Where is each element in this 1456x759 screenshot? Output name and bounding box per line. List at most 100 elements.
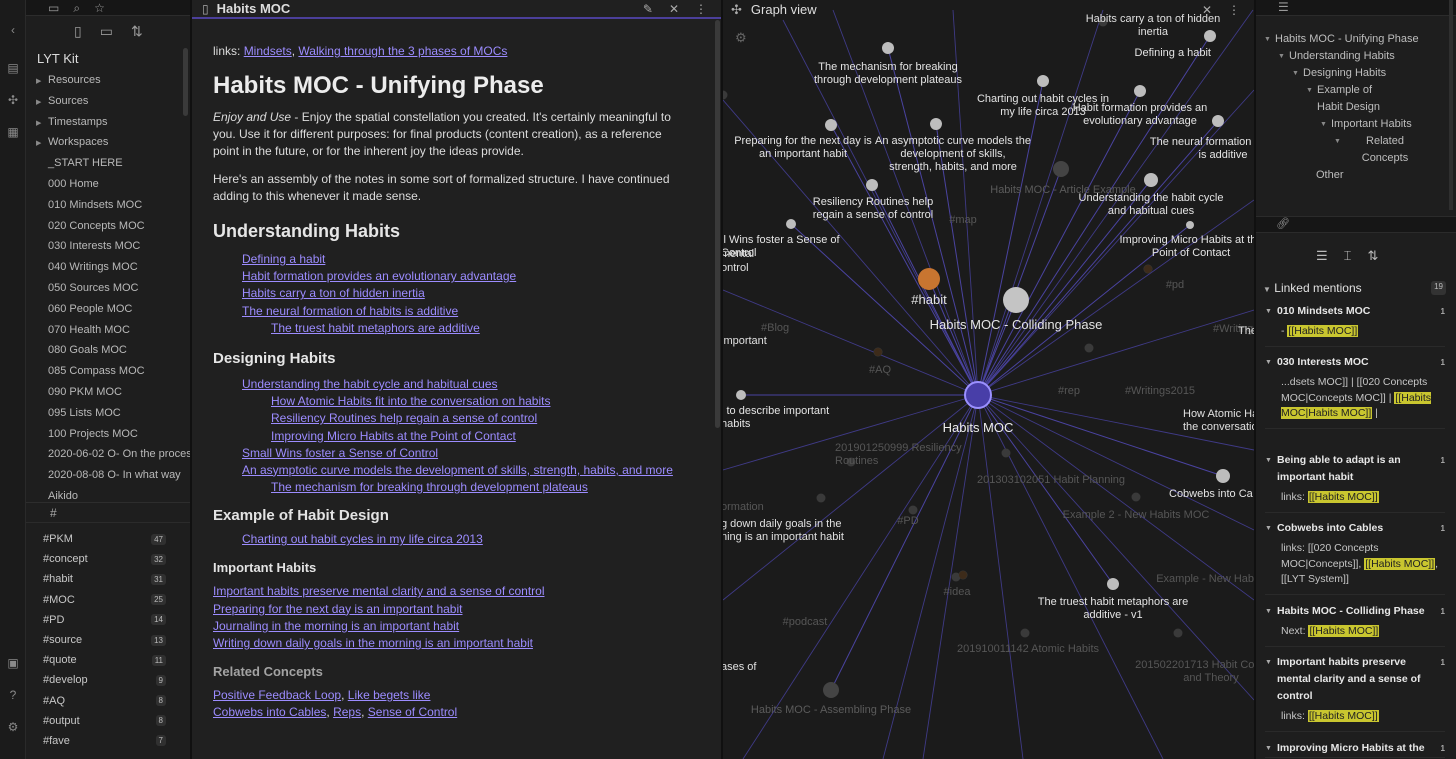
star-icon[interactable]: ☆ [94,1,105,15]
file-item[interactable]: 070 Health MOC [26,320,190,341]
folder-item[interactable]: ▶ Workspaces [26,132,190,153]
folder-item[interactable]: ▶ Timestamps [26,112,190,133]
editor-scrollbar[interactable] [715,20,720,428]
file-item[interactable]: _START HERE [26,153,190,174]
file-item[interactable]: 2020-06-02 O- On the process [26,444,190,465]
backlink-title[interactable]: ▼ Improving Micro Habits at the 1 [1265,740,1445,757]
graph-node[interactable] [1186,221,1194,229]
graph-node[interactable] [951,572,961,582]
graph-tag-node[interactable] [874,348,882,356]
file-item[interactable]: 085 Compass MOC [26,361,190,382]
file-item[interactable]: 2020-08-08 O- In what way [26,465,190,486]
note-link[interactable]: Journaling in the morning is an importan… [213,619,459,633]
file-item[interactable]: 030 Interests MOC [26,236,190,257]
close-icon[interactable]: ✕ [1202,3,1212,17]
show-context-icon[interactable]: ⌶ [1344,248,1352,264]
tag-item[interactable]: #develop 9 [26,670,190,690]
outline-item[interactable]: ▼ Related Concepts [1264,133,1456,167]
sort-icon[interactable]: ⇅ [1367,248,1378,264]
tag-item[interactable]: #concept 32 [26,549,190,569]
backlink-item[interactable]: ▼ Habits MOC - Colliding Phase 1 Next: [[Ha… [1265,603,1445,647]
new-folder-icon[interactable]: ▭ [100,24,113,38]
graph-center-node[interactable] [964,381,992,409]
tag-item[interactable]: #quote 11 [26,650,190,670]
tag-item[interactable]: #MOC 25 [26,590,190,610]
graph-node[interactable] [1173,628,1183,638]
list-link[interactable]: How Atomic Habits fit into the conversat… [271,394,550,408]
outline-item[interactable]: ▼ Habits MOC - Unifying Phase [1264,31,1456,48]
backlink-item[interactable]: ▼ 010 Mindsets MOC 1 - [[Habits MOC]] [1265,303,1445,347]
edit-pencil-icon[interactable]: ✎ [643,2,653,16]
file-item[interactable]: 010 Mindsets MOC [26,195,190,216]
backlink-item[interactable]: ▼ Cobwebs into Cables 1 links: [[020 Concep… [1265,520,1445,595]
vault-icon[interactable]: ▣ [5,655,21,671]
list-link[interactable]: Improving Micro Habits at the Point of C… [271,429,516,443]
calendar-icon[interactable]: ▦ [5,124,21,140]
backlink-item[interactable]: ▼ Improving Micro Habits at the 1 [1265,740,1445,758]
graph-node[interactable] [1134,85,1146,97]
file-item[interactable]: 060 People MOC [26,299,190,320]
list-link[interactable]: Charting out habit cycles in my life cir… [242,532,483,546]
graph-node[interactable] [882,42,894,54]
open-note-icon[interactable]: ▤ [5,60,21,76]
settings-icon[interactable]: ⚙ [5,719,21,735]
outline-item[interactable]: ▼ Important Habits [1264,116,1456,133]
graph-node[interactable] [816,493,826,503]
graph-node[interactable] [823,682,839,698]
note-link[interactable]: Cobwebs into Cables [213,705,326,719]
tag-item[interactable]: #PKM 47 [26,529,190,549]
tag-item[interactable]: #source 13 [26,630,190,650]
graph-node[interactable] [918,268,940,290]
backlink-title[interactable]: ▼ 030 Interests MOC 1 [1265,354,1445,371]
backlink-item[interactable]: ▼ Important habits preserve mental clarit… [1265,654,1445,732]
tag-item[interactable]: #PD 14 [26,610,190,630]
note-link[interactable]: Writing down daily goals in the morning … [213,636,533,650]
backlink-title[interactable]: ▼ Habits MOC - Colliding Phase 1 [1265,603,1445,620]
backlink-title[interactable]: ▼ Important habits preserve mental clarit… [1265,654,1445,705]
tag-item[interactable]: #AQ 8 [26,691,190,711]
file-item[interactable]: 080 Goals MOC [26,340,190,361]
graph-node[interactable] [1003,287,1029,313]
graph-node[interactable] [1144,173,1158,187]
graph-tag-node[interactable] [1144,265,1152,273]
file-item[interactable]: 095 Lists MOC [26,403,190,424]
outline-item[interactable]: ▼ Understanding Habits [1264,48,1456,65]
tag-item[interactable]: #fave 7 [26,731,190,751]
new-note-icon[interactable]: ▯ [74,24,82,38]
graph-node[interactable] [1107,578,1119,590]
close-icon[interactable]: ✕ [669,2,679,16]
link-walking-phases[interactable]: Walking through the 3 phases of MOCs [298,44,507,58]
outline-item[interactable]: Other [1264,167,1456,184]
graph-node[interactable] [1053,161,1069,177]
note-link[interactable]: Positive Feedback Loop [213,688,341,702]
list-link[interactable]: Habits carry a ton of hidden inertia [242,286,425,300]
folder-item[interactable]: ▶ Sources [26,91,190,112]
sort-icon[interactable]: ⇅ [131,24,143,38]
graph-node[interactable] [1131,492,1141,502]
file-item[interactable]: 000 Home [26,174,190,195]
file-explorer-scrollbar[interactable] [183,48,188,116]
list-link[interactable]: An asymptotic curve models the developme… [242,463,673,477]
graph-node[interactable] [1020,628,1030,638]
outline-scrollbar[interactable] [1449,0,1453,210]
graph-canvas[interactable]: Defining a habit The mechanism for breaki… [723,0,1254,759]
tag-item[interactable]: #output 8 [26,711,190,731]
more-options-icon[interactable]: ⋮ [695,2,707,16]
graph-node[interactable] [723,90,728,100]
file-item[interactable]: 020 Concepts MOC [26,216,190,237]
graph-node[interactable] [736,390,746,400]
graph-node[interactable] [825,119,837,131]
graph-node[interactable] [1212,115,1224,127]
linked-mentions-header[interactable]: ▼ Linked mentions 19 [1263,281,1446,295]
link-icon[interactable]: 🔗︎ [1276,218,1290,230]
graph-node[interactable] [908,505,918,515]
backlink-title[interactable]: ▼ 010 Mindsets MOC 1 [1265,303,1445,320]
search-icon[interactable]: ⌕ [73,1,80,15]
backlink-title[interactable]: ▼ Being able to adapt is an important hab… [1265,452,1445,486]
backlink-item[interactable]: ▼ Being able to adapt is an important hab… [1265,452,1445,513]
chevron-left-icon[interactable]: ‹ [5,22,21,38]
note-link[interactable]: Like begets like [348,688,431,702]
folder-item[interactable]: ▶ Resources [26,70,190,91]
file-item[interactable]: 100 Projects MOC [26,424,190,445]
graph-node[interactable] [866,179,878,191]
